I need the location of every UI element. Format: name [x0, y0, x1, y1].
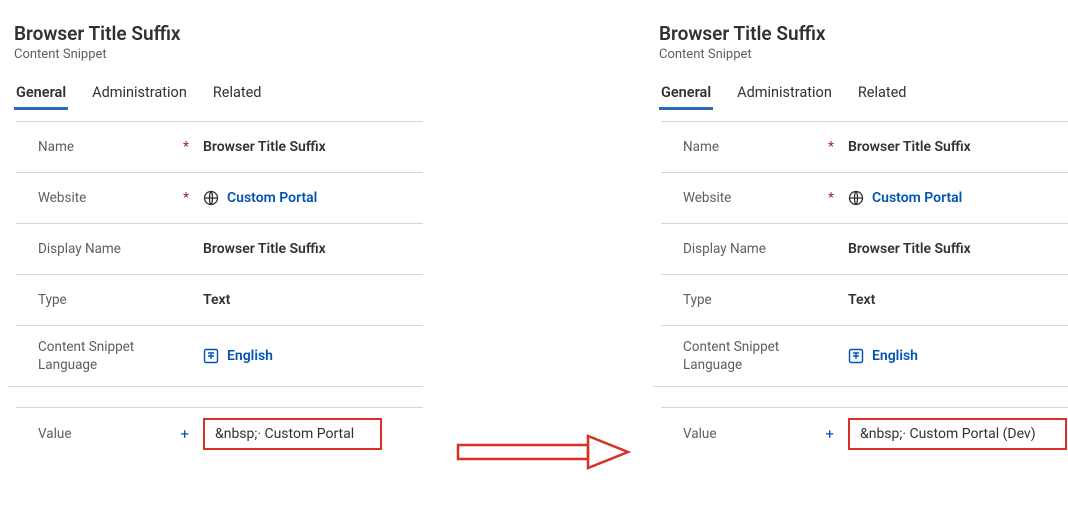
recommended-indicator: +	[825, 427, 834, 442]
transition-arrow-container	[433, 14, 643, 460]
page-title: Browser Title Suffix	[659, 22, 1068, 45]
field-label-type: Type	[38, 292, 67, 308]
field-value-name[interactable]: Browser Title Suffix	[848, 139, 971, 155]
entity-subtitle: Content Snippet	[659, 47, 1068, 62]
arrow-icon	[453, 432, 633, 472]
field-value-website[interactable]: Custom Portal	[848, 190, 962, 206]
field-value-type[interactable]: Text	[203, 292, 230, 308]
field-value-display-name[interactable]: Browser Title Suffix	[848, 241, 971, 257]
form-general: Name * Browser Title Suffix Website * Cu…	[16, 121, 423, 386]
field-label-language: Content Snippet Language	[38, 338, 189, 374]
required-indicator: *	[828, 140, 834, 154]
field-value-display-name[interactable]: Browser Title Suffix	[203, 241, 326, 257]
required-indicator: *	[828, 191, 834, 205]
page-title: Browser Title Suffix	[14, 22, 423, 45]
field-label-value: Value	[683, 426, 717, 442]
field-label-display-name: Display Name	[38, 241, 121, 257]
value-section: Value + &nbsp;· Custom Portal	[16, 407, 423, 460]
tab-strip: General Administration Related	[14, 80, 423, 111]
field-label-value: Value	[38, 426, 72, 442]
required-indicator: *	[183, 191, 189, 205]
field-value-language[interactable]: English	[203, 348, 273, 364]
language-link-text: English	[227, 348, 273, 364]
tab-administration[interactable]: Administration	[735, 80, 834, 110]
field-label-name: Name	[38, 139, 74, 155]
field-value-name[interactable]: Browser Title Suffix	[203, 139, 326, 155]
field-label-type: Type	[683, 292, 712, 308]
website-link-text: Custom Portal	[872, 190, 962, 206]
field-value-type[interactable]: Text	[848, 292, 875, 308]
field-value-language[interactable]: English	[848, 348, 918, 364]
field-label-name: Name	[683, 139, 719, 155]
value-text: &nbsp;· Custom Portal (Dev)	[860, 426, 1036, 442]
field-label-display-name: Display Name	[683, 241, 766, 257]
value-text: &nbsp;· Custom Portal	[215, 426, 354, 442]
field-value-value-highlighted[interactable]: &nbsp;· Custom Portal (Dev)	[848, 418, 1067, 450]
form-general: Name * Browser Title Suffix Website * Cu…	[661, 121, 1068, 386]
tab-general[interactable]: General	[14, 80, 68, 110]
tab-administration[interactable]: Administration	[90, 80, 189, 110]
field-label-website: Website	[683, 190, 731, 206]
recommended-indicator: +	[180, 427, 189, 442]
lookup-icon	[203, 348, 219, 364]
tab-related[interactable]: Related	[211, 80, 264, 110]
field-label-website: Website	[38, 190, 86, 206]
field-value-value-highlighted[interactable]: &nbsp;· Custom Portal	[203, 418, 382, 450]
record-panel-after: Browser Title Suffix Content Snippet Gen…	[653, 14, 1068, 460]
record-panel-before: Browser Title Suffix Content Snippet Gen…	[8, 14, 423, 460]
globe-icon	[203, 190, 219, 206]
language-link-text: English	[872, 348, 918, 364]
website-link-text: Custom Portal	[227, 190, 317, 206]
field-value-website[interactable]: Custom Portal	[203, 190, 317, 206]
required-indicator: *	[183, 140, 189, 154]
tab-related[interactable]: Related	[856, 80, 909, 110]
field-label-language: Content Snippet Language	[683, 338, 834, 374]
entity-subtitle: Content Snippet	[14, 47, 423, 62]
globe-icon	[848, 190, 864, 206]
value-section: Value + &nbsp;· Custom Portal (Dev)	[661, 407, 1068, 460]
tab-general[interactable]: General	[659, 80, 713, 110]
lookup-icon	[848, 348, 864, 364]
tab-strip: General Administration Related	[659, 80, 1068, 111]
